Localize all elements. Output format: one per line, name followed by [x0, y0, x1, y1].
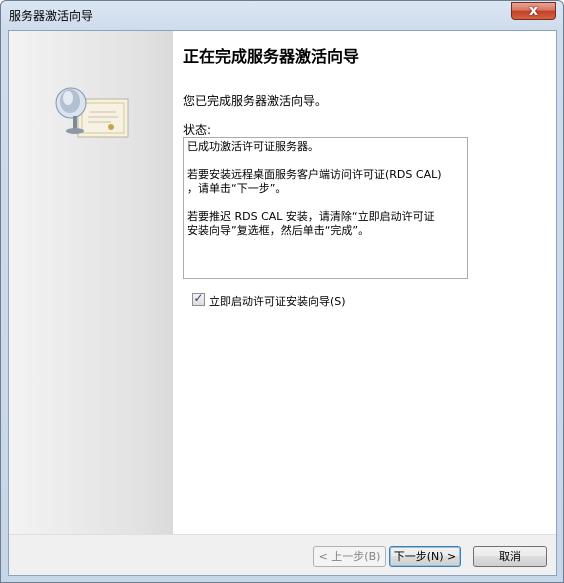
server-certificate-icon: [55, 87, 129, 138]
title-bar[interactable]: 服务器激活向导 x: [1, 1, 563, 29]
wizard-window: 服务器激活向导 x 正在完成服务器激活向导 您已完成服务器激活向导。 状态: 已…: [0, 0, 564, 583]
close-icon: x: [528, 3, 539, 19]
wizard-client: 正在完成服务器激活向导 您已完成服务器激活向导。 状态: 已成功激活许可证服务器…: [8, 30, 557, 576]
footer-divider: [9, 534, 556, 535]
back-button[interactable]: < 上一步(B): [313, 546, 386, 567]
launch-wizard-checkbox[interactable]: ✓: [192, 291, 205, 306]
status-line-3: 若要推迟 RDS CAL 安装，请清除“立即启动许可证 安装向导”复选框，然后单…: [187, 210, 435, 237]
status-line-2: 若要安装远程桌面服务客户端访问许可证(RDS CAL) ，请单击“下一步”。: [187, 168, 442, 195]
launch-wizard-label[interactable]: 立即启动许可证安装向导(S): [209, 293, 346, 309]
next-button[interactable]: 下一步(N) >: [389, 546, 461, 567]
close-button[interactable]: x: [511, 2, 556, 20]
cancel-button[interactable]: 取消: [473, 546, 547, 567]
status-label: 状态:: [183, 123, 212, 137]
status-line-1: 已成功激活许可证服务器。: [187, 140, 319, 153]
intro-text: 您已完成服务器激活向导。: [183, 94, 328, 108]
checkmark-icon: ✓: [193, 291, 204, 305]
wizard-content: 正在完成服务器激活向导 您已完成服务器激活向导。 状态: 已成功激活许可证服务器…: [173, 31, 556, 534]
page-title: 正在完成服务器激活向导: [183, 47, 360, 66]
wizard-side-panel: [9, 31, 173, 534]
window-title: 服务器激活向导: [9, 9, 94, 23]
status-textbox[interactable]: 已成功激活许可证服务器。 若要安装远程桌面服务客户端访问许可证(RDS CAL)…: [183, 137, 468, 279]
